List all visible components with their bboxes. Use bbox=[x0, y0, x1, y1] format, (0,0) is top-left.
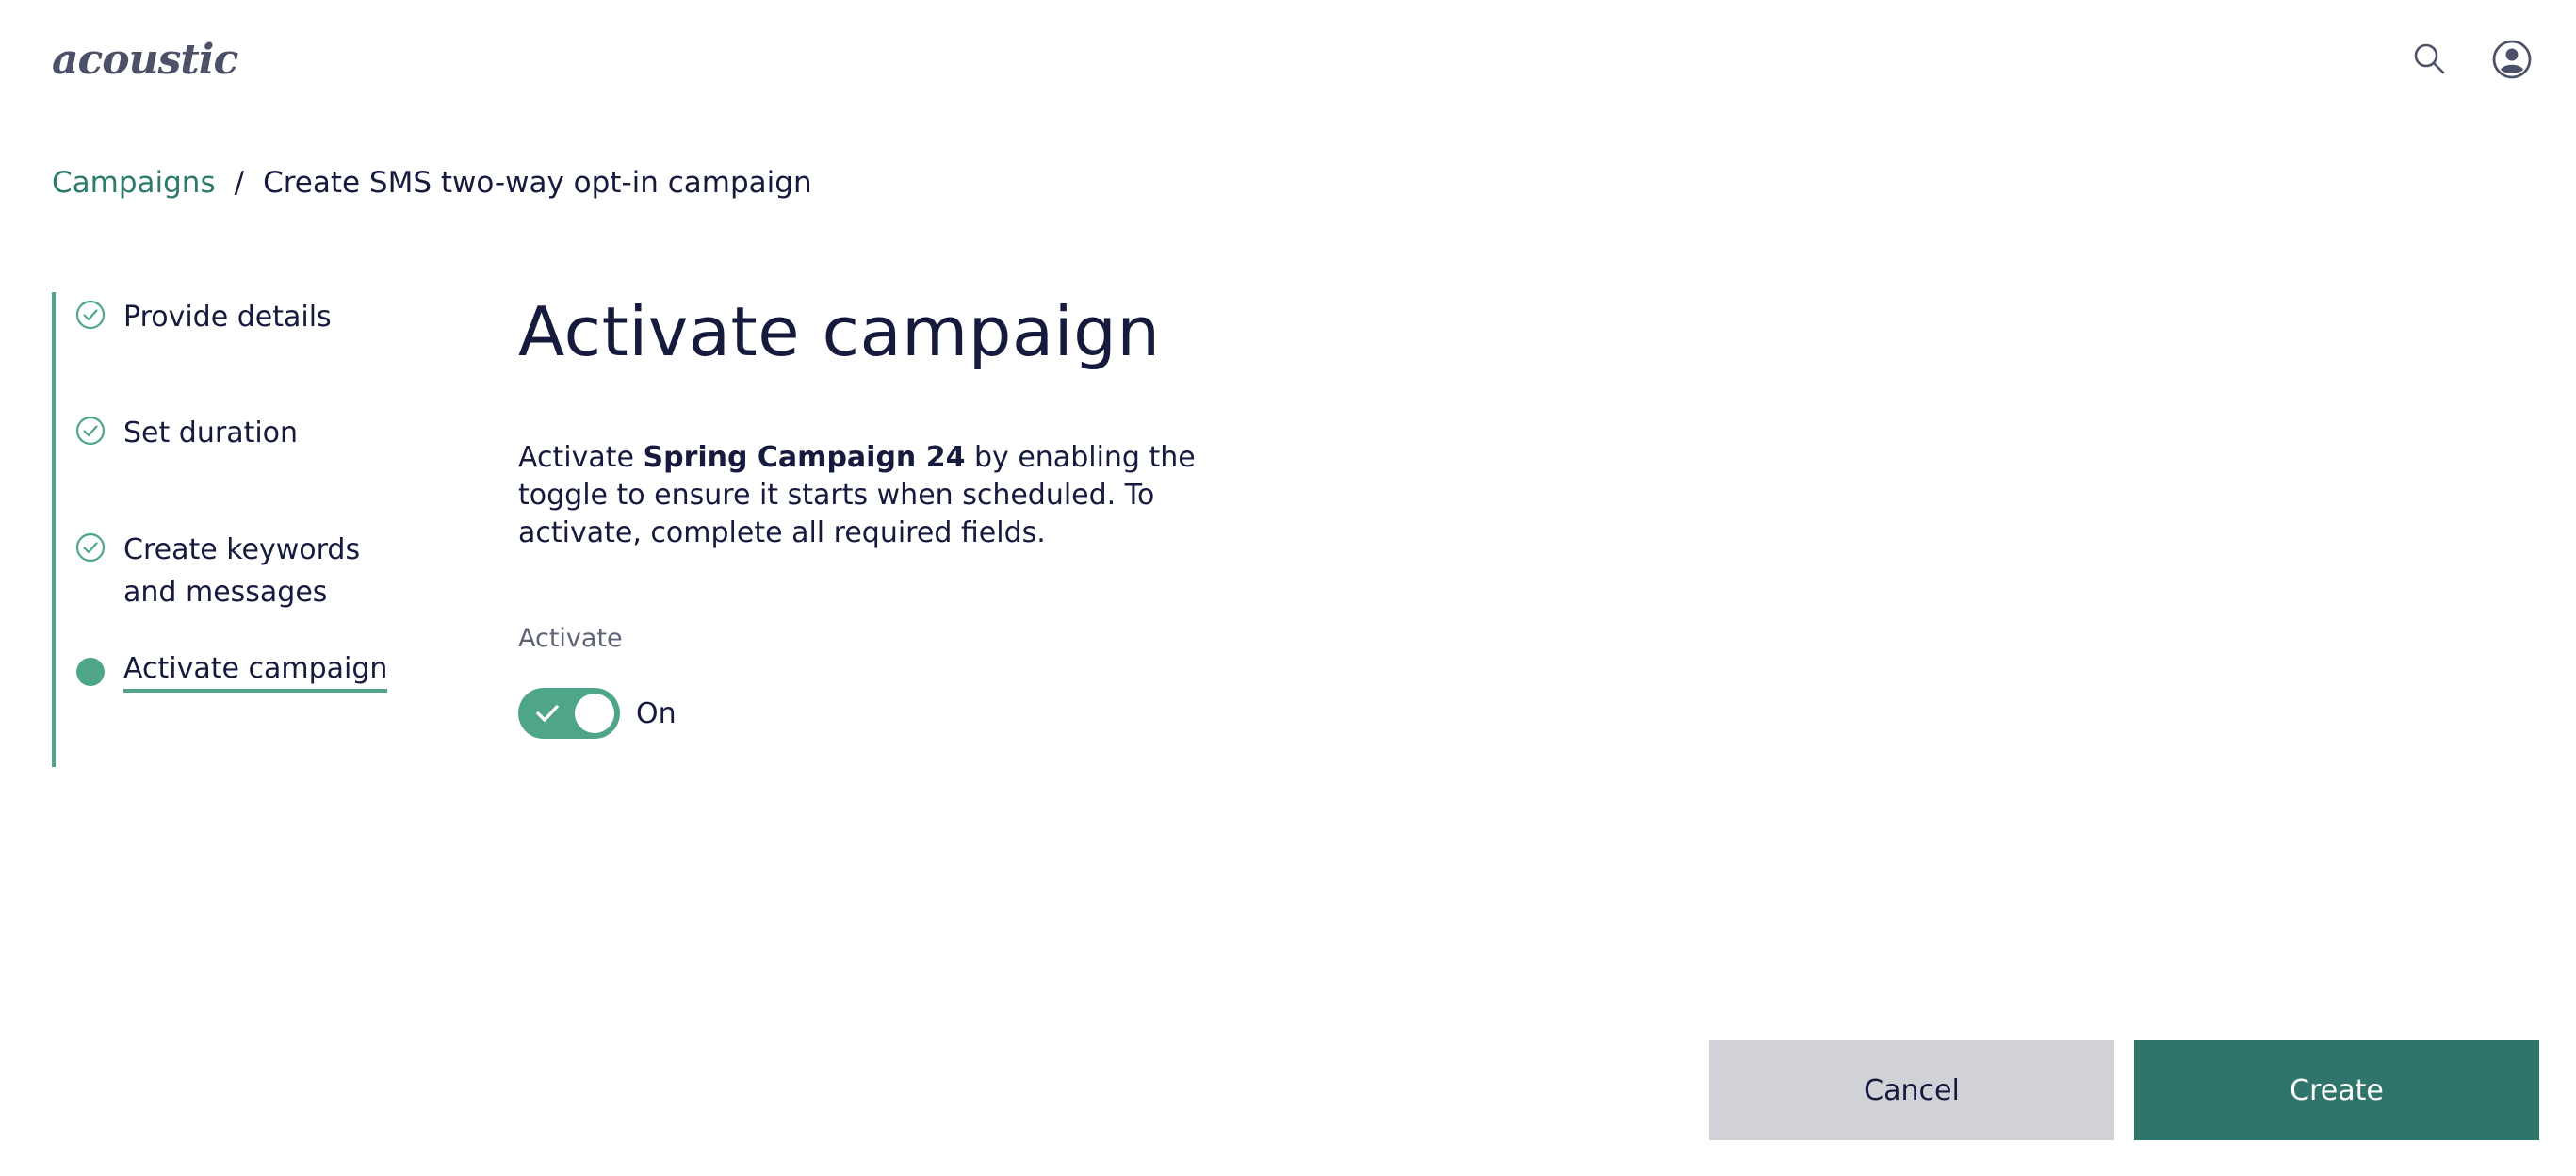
user-profile-button[interactable] bbox=[2490, 38, 2534, 81]
create-button[interactable]: Create bbox=[2134, 1040, 2539, 1140]
check-circle-icon bbox=[74, 531, 106, 564]
filled-dot-icon bbox=[74, 653, 106, 686]
acoustic-logo[interactable]: acoustic bbox=[52, 36, 238, 84]
activate-toggle[interactable] bbox=[518, 688, 620, 739]
breadcrumb-separator: / bbox=[234, 166, 245, 200]
page: acoustic Campaigns / Create SMS two-way … bbox=[0, 0, 2576, 1176]
activate-field-label: Activate bbox=[518, 624, 623, 653]
description-text: Activate Spring Campaign 24 by enabling … bbox=[518, 439, 1272, 552]
cancel-button[interactable]: Cancel bbox=[1709, 1040, 2114, 1140]
user-circle-icon bbox=[2492, 40, 2532, 79]
breadcrumb-campaigns-link[interactable]: Campaigns bbox=[52, 166, 216, 200]
step-label: Set duration bbox=[123, 416, 299, 449]
step-create-keywords-and-messages[interactable]: Create keywords and messages bbox=[74, 529, 406, 613]
toggle-state-label: On bbox=[636, 696, 677, 730]
activate-toggle-row: On bbox=[518, 688, 677, 739]
page-title: Activate campaign bbox=[518, 292, 1161, 371]
step-provide-details[interactable]: Provide details bbox=[74, 296, 406, 338]
step-activate-campaign[interactable]: Activate campaign bbox=[74, 650, 388, 693]
step-label-current: Activate campaign bbox=[123, 650, 388, 693]
breadcrumb: Campaigns / Create SMS two-way opt-in ca… bbox=[52, 166, 812, 200]
step-label: Provide details bbox=[123, 301, 332, 334]
toggle-knob bbox=[575, 694, 614, 733]
search-button[interactable] bbox=[2408, 38, 2452, 81]
step-label: Create keywords and messages bbox=[123, 533, 361, 609]
checkmark-icon bbox=[535, 702, 560, 725]
check-circle-icon bbox=[74, 299, 106, 331]
step-set-duration[interactable]: Set duration bbox=[74, 412, 406, 454]
breadcrumb-current-page: Create SMS two-way opt-in campaign bbox=[263, 166, 812, 200]
campaign-name: Spring Campaign 24 bbox=[643, 441, 966, 474]
progress-stepper: Provide details Set duration Create keyw… bbox=[52, 292, 448, 767]
search-icon bbox=[2414, 43, 2445, 74]
description-prefix: Activate bbox=[518, 441, 644, 474]
check-circle-icon bbox=[74, 415, 106, 447]
